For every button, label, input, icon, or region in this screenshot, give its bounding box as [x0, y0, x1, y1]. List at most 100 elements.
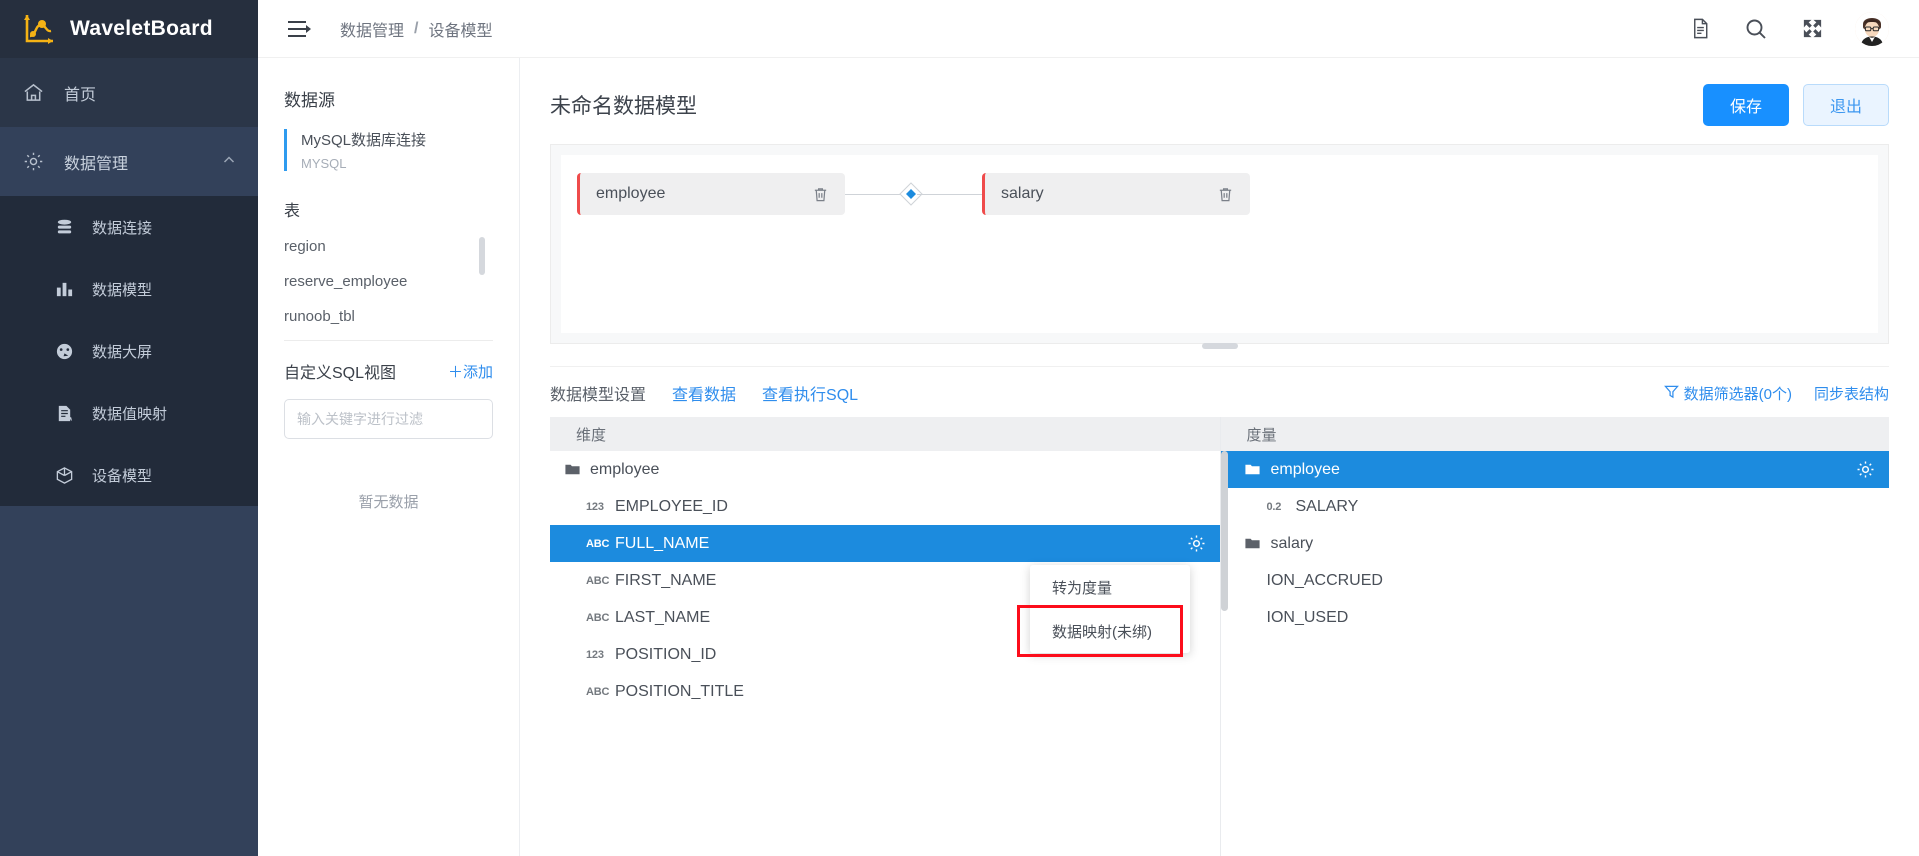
tab-model-settings[interactable]: 数据模型设置 — [550, 381, 646, 405]
sidebar-filler — [0, 506, 258, 856]
measure-row-ion-accrued[interactable]: ION_ACCRUED — [1221, 562, 1890, 599]
add-sqlview-button[interactable]: ＋添加 — [448, 361, 493, 382]
cube-icon — [54, 465, 74, 485]
field-type-badge: 123 — [586, 500, 604, 513]
measure-folder-label: employee — [1270, 460, 1340, 478]
breadcrumb-item-1[interactable]: 设备模型 — [428, 17, 492, 41]
model-node-salary[interactable]: salary — [982, 173, 1250, 215]
sidebar-item-data-management[interactable]: 数据管理 — [0, 127, 258, 196]
bar-chart-icon — [54, 279, 74, 299]
sqlview-header: 自定义SQL视图 ＋添加 — [284, 359, 493, 383]
gear-icon[interactable] — [1856, 460, 1875, 479]
exit-button[interactable]: 退出 — [1802, 84, 1889, 126]
sync-schema-button[interactable]: 同步表结构 — [1814, 383, 1889, 404]
dimension-label: EMPLOYEE_ID — [615, 497, 728, 515]
gear-icon[interactable] — [1187, 534, 1206, 553]
measures-scrollbar[interactable] — [1220, 451, 1228, 611]
measure-label: ION_USED — [1266, 608, 1349, 626]
field-context-menu[interactable]: 转为度量 数据映射(未绑) — [1030, 565, 1190, 653]
lower-tabs: 数据模型设置 查看数据 查看执行SQL 数据筛选器(0个) 同步表结构 — [550, 366, 1889, 405]
context-menu-item-data-mapping[interactable]: 数据映射(未绑) — [1030, 609, 1190, 653]
field-type-badge: ABC — [586, 611, 610, 624]
sidebar-item-data-connection-label: 数据连接 — [92, 219, 153, 237]
field-type-badge: 123 — [586, 648, 604, 661]
dimension-label: FULL_NAME — [615, 534, 710, 552]
fullscreen-icon[interactable] — [1799, 16, 1825, 42]
data-filter-button[interactable]: 数据筛选器(0个) — [1663, 383, 1792, 404]
sidebar-item-value-mapping-label: 数据值映射 — [92, 405, 168, 423]
sidebar-item-data-model[interactable]: 数据模型 — [0, 258, 258, 320]
field-type-badge: ABC — [586, 537, 610, 550]
user-avatar[interactable] — [1855, 11, 1889, 46]
model-node-label: employee — [596, 185, 666, 202]
sidebar-item-value-mapping[interactable]: 数据值映射 — [0, 382, 258, 444]
folder-icon — [1243, 461, 1263, 478]
sidebar-item-data-connection[interactable]: 数据连接 — [0, 196, 258, 258]
divider — [284, 340, 493, 341]
sidebar-item-home[interactable]: 首页 — [0, 58, 258, 127]
panel-resize-handle[interactable] — [1201, 343, 1238, 349]
measures-header: 度量 — [1220, 417, 1889, 451]
search-icon[interactable] — [1743, 16, 1769, 42]
tab-view-data[interactable]: 查看数据 — [672, 381, 736, 405]
dimension-folder-employee[interactable]: employee — [550, 451, 1220, 488]
dimensions-list: employee 123 EMPLOYEE_ID ABC FULL_NAME A… — [550, 451, 1220, 856]
measure-folder-employee[interactable]: employee — [1220, 451, 1889, 488]
dimension-folder-label: employee — [590, 460, 660, 478]
context-menu-item-convert-to-measure[interactable]: 转为度量 — [1030, 565, 1190, 609]
dimension-label: LAST_NAME — [615, 608, 711, 626]
tabs-right-actions: 数据筛选器(0个) 同步表结构 — [1663, 383, 1889, 404]
table-item-reserve-employee[interactable]: reserve_employee — [284, 264, 493, 299]
measures-column: 度量 employee 0.2 SALARY salary ION_ACCRUE… — [1219, 417, 1890, 856]
sidebar-item-device-model-label: 设备模型 — [92, 467, 153, 485]
gear-icon — [22, 151, 44, 173]
dimension-row-position-title[interactable]: ABC POSITION_TITLE — [550, 673, 1220, 710]
breadcrumb-item-0[interactable]: 数据管理 — [340, 17, 404, 41]
trash-icon[interactable] — [812, 186, 829, 203]
model-canvas[interactable]: employee salary — [561, 155, 1878, 333]
datasource-title: 数据源 — [284, 91, 335, 110]
hamburger-collapse-icon[interactable] — [286, 18, 312, 40]
sidebar-item-data-screen-label: 数据大屏 — [92, 343, 153, 361]
app-root: WaveletBoard 首页 数据管理 数据连接 数据模型 数据大屏 数据值映… — [0, 0, 1919, 856]
document-icon[interactable] — [1687, 16, 1713, 42]
measure-folder-salary[interactable]: salary — [1221, 525, 1890, 562]
filter-input[interactable] — [284, 399, 493, 439]
measure-row-ion-used[interactable]: ION_USED — [1221, 599, 1890, 636]
measure-row-salary[interactable]: 0.2 SALARY — [1221, 488, 1890, 525]
table-item-runoob-tbl[interactable]: runoob_tbl — [284, 299, 493, 334]
fields-columns: 维度 employee 123 EMPLOYEE_ID ABC FULL_NAM… — [550, 417, 1889, 856]
trash-icon[interactable] — [1217, 186, 1234, 203]
tab-view-sql[interactable]: 查看执行SQL — [762, 381, 858, 405]
measure-label: SALARY — [1295, 497, 1359, 515]
dimension-row-employee-id[interactable]: 123 EMPLOYEE_ID — [550, 488, 1220, 525]
measure-label: ION_ACCRUED — [1266, 571, 1383, 589]
dashboard-icon — [54, 341, 74, 361]
wavelet-logo-icon — [22, 12, 56, 46]
dimension-label: FIRST_NAME — [615, 571, 717, 589]
tables-scrollbar[interactable] — [479, 237, 485, 275]
brand[interactable]: WaveletBoard — [0, 0, 258, 58]
field-type-badge: 0.2 — [1266, 500, 1282, 513]
field-type-badge: ABC — [586, 685, 610, 698]
workspace-header: 未命名数据模型 保存 退出 — [520, 58, 1919, 126]
dimension-label: POSITION_ID — [615, 645, 717, 663]
datasource-connection-item[interactable]: MySQL数据库连接 MYSQL — [284, 129, 493, 171]
sidebar-item-device-model[interactable]: 设备模型 — [0, 444, 258, 506]
topbar: 数据管理 / 设备模型 — [258, 0, 1919, 58]
measures-list: employee 0.2 SALARY salary ION_ACCRUED I… — [1220, 451, 1890, 856]
sidebar-item-dashboard[interactable]: 数据大屏 — [0, 320, 258, 382]
sidebar-item-home-label: 首页 — [64, 86, 97, 104]
join-link-left — [845, 194, 905, 195]
dimensions-header: 维度 — [550, 417, 1220, 451]
dimension-row-full-name[interactable]: ABC FULL_NAME — [550, 525, 1220, 562]
model-node-employee[interactable]: employee — [577, 173, 845, 215]
chevron-up-icon[interactable] — [222, 153, 236, 170]
table-item-region[interactable]: region — [284, 229, 493, 264]
save-button[interactable]: 保存 — [1702, 84, 1789, 126]
folder-icon — [562, 461, 582, 478]
sidebar: WaveletBoard 首页 数据管理 数据连接 数据模型 数据大屏 数据值映… — [0, 0, 258, 856]
document-edit-icon — [54, 403, 74, 423]
body-row: 数据源 MySQL数据库连接 MYSQL 表 region reserve_em… — [258, 58, 1919, 856]
brand-name: WaveletBoard — [70, 17, 213, 40]
